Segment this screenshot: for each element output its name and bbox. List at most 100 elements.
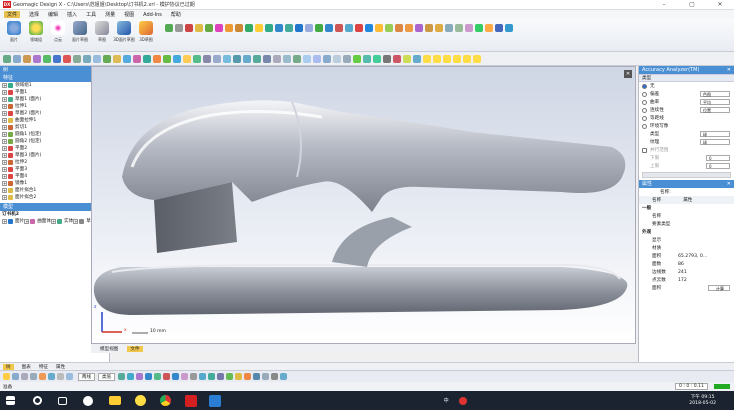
menu-select[interactable]: 选择 [29,11,39,18]
tool-icon[interactable] [195,24,203,32]
view-icon[interactable] [103,54,111,63]
option-deviation[interactable]: 偏差 色图 [639,90,734,98]
expand-icon[interactable]: + [2,160,7,165]
view-icon[interactable] [443,54,451,63]
view-icon[interactable] [173,54,181,63]
tab-property[interactable]: 属性 [56,364,65,370]
tool-icon[interactable] [217,373,224,380]
tool-icon[interactable] [57,373,64,380]
tool-icon[interactable] [455,24,463,32]
view-icon[interactable] [93,54,101,63]
tool-icon[interactable] [505,24,513,32]
line-type-dropdown[interactable]: 两线 [78,372,95,381]
tool-icon[interactable] [136,373,143,380]
tool-icon[interactable] [335,24,343,32]
view-icon[interactable] [253,54,261,63]
env-type-dropdown[interactable]: 球 [700,131,730,137]
expand-icon[interactable]: + [2,181,7,186]
tool-icon[interactable] [285,24,293,32]
view-icon[interactable] [73,54,81,63]
tool-icon[interactable] [244,373,251,380]
expand-icon[interactable]: + [2,188,7,193]
option-none[interactable]: 无 [639,82,734,90]
minimize-button[interactable]: – [650,1,678,8]
tool-icon[interactable] [21,373,28,380]
menu-file[interactable]: 文件 [4,11,21,18]
max-input[interactable]: 0 [706,163,730,169]
point-cloud-button[interactable]: 点云 [48,21,68,43]
expand-icon[interactable]: + [2,153,7,158]
tool-icon[interactable] [163,373,170,380]
menu-measure[interactable]: 测量 [105,11,115,18]
tool-icon[interactable] [385,24,393,32]
view-icon[interactable] [363,54,371,63]
expand-icon[interactable]: + [2,83,7,88]
view-icon[interactable] [353,54,361,63]
app-taskbar-icon[interactable] [209,394,221,407]
3d-viewport[interactable]: z x 10 mm ✕ [91,66,636,344]
appearance-group[interactable]: 外观 [639,228,734,236]
view-icon[interactable] [263,54,271,63]
view-icon[interactable] [213,54,221,63]
texture-dropdown[interactable]: 球 [700,139,730,145]
view-icon[interactable] [453,54,461,63]
view-icon[interactable] [303,54,311,63]
tool-icon[interactable] [465,24,473,32]
tool-icon[interactable] [275,24,283,32]
view-icon[interactable] [133,54,141,63]
view-icon[interactable] [433,54,441,63]
mesh-button[interactable]: 面片 [4,21,24,43]
view-icon[interactable] [393,54,401,63]
browser-icon[interactable] [135,395,146,406]
expand-icon[interactable]: + [2,195,7,200]
view-icon[interactable] [373,54,381,63]
tool-icon[interactable] [435,24,443,32]
view-icon[interactable] [323,54,331,63]
tool-icon[interactable] [12,373,19,380]
option-isoline[interactable]: 等距线 [639,114,734,122]
view-icon[interactable] [233,54,241,63]
curvature-dropdown[interactable]: 平均 [700,99,730,105]
view-icon[interactable] [63,54,71,63]
tab-feature[interactable]: 特征 [39,364,48,370]
tool-icon[interactable] [39,373,46,380]
view-icon[interactable] [203,54,211,63]
expand-icon[interactable]: + [2,174,7,179]
continuity-dropdown[interactable]: 位置 [700,107,730,113]
view-icon[interactable] [123,54,131,63]
close-panel-icon[interactable]: ✕ [727,66,731,74]
windows-start-icon[interactable] [6,396,15,405]
3d-sketch-button[interactable]: 3D草图 [136,21,156,43]
tool-icon[interactable] [295,24,303,32]
min-input[interactable]: 0 [706,155,730,161]
tool-icon[interactable] [315,24,323,32]
menu-edit[interactable]: 编辑 [48,11,58,18]
option-environment-map[interactable]: 环境写像 [639,122,734,130]
tool-icon[interactable] [48,373,55,380]
3d-mesh-sketch-button[interactable]: 3D面片草图 [113,21,135,43]
tool-icon[interactable] [415,24,423,32]
option-curvature[interactable]: 曲率 平均 [639,98,734,106]
model-tree-item[interactable]: + 曲面体 [24,218,51,225]
expand-icon[interactable]: + [2,97,7,102]
tool-icon[interactable] [145,373,152,380]
task-view-icon[interactable] [58,396,67,405]
tool-icon[interactable] [345,24,353,32]
menu-addins[interactable]: Add-Ins [143,12,162,18]
tab-model-view[interactable]: 模型视图 [97,346,121,352]
expand-icon[interactable]: + [2,104,7,109]
view-icon[interactable] [13,54,21,63]
tool-icon[interactable] [235,373,242,380]
view-icon[interactable] [113,54,121,63]
view-icon[interactable] [143,54,151,63]
view-icon[interactable] [83,54,91,63]
select-icon[interactable] [3,373,10,380]
tool-icon[interactable] [30,373,37,380]
tool-icon[interactable] [280,373,287,380]
menu-view[interactable]: 视图 [124,11,134,18]
view-icon[interactable] [243,54,251,63]
view-icon[interactable] [423,54,431,63]
expand-icon[interactable]: + [2,125,7,130]
view-icon[interactable] [273,54,281,63]
expand-icon[interactable]: + [51,219,56,224]
